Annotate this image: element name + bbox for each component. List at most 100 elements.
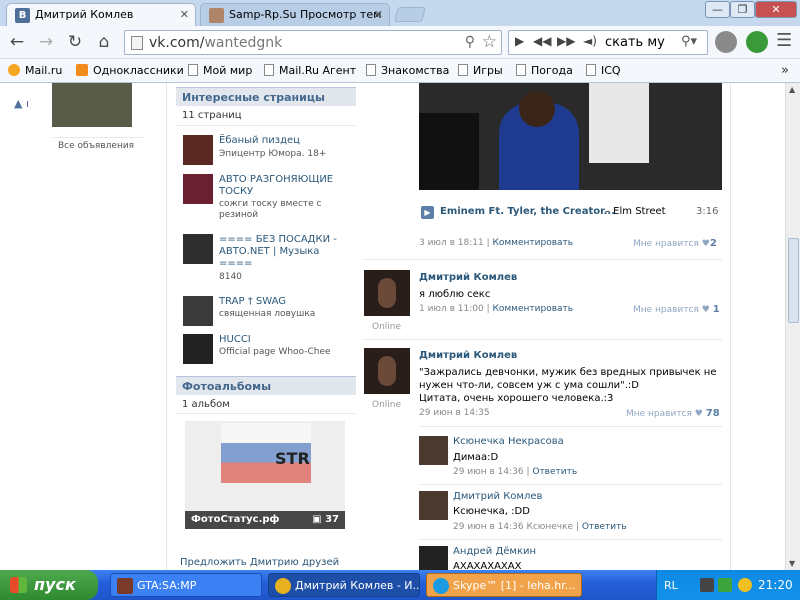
- pages-count[interactable]: 11 страниц: [182, 110, 242, 121]
- page-title-link[interactable]: HUCCI: [219, 334, 355, 346]
- bookmark-znakomstva[interactable]: Знакомства: [366, 64, 449, 77]
- bookmark-label: Mail.Ru Агент: [279, 64, 357, 77]
- reply-date[interactable]: 29 июн в 14:36: [453, 467, 524, 477]
- search-dropdown-icon[interactable]: ⚲▾: [681, 34, 697, 49]
- star-icon[interactable]: ☆: [482, 32, 497, 52]
- list-item[interactable]: Ёбаный пиздец Эпицентр Юмора. 18+: [183, 135, 353, 175]
- warning-icon[interactable]: [738, 578, 752, 592]
- reply-author[interactable]: Ксюнечка Некрасова: [453, 436, 564, 447]
- column-divider: [166, 83, 167, 570]
- audio-title[interactable]: Eminem Ft. Tyler, the Creator...: [440, 206, 615, 217]
- music-search-input[interactable]: скать муз: [605, 35, 665, 50]
- bookmark-label: Погода: [531, 64, 573, 77]
- reload-icon[interactable]: ↻: [64, 32, 86, 54]
- page-scrollbar[interactable]: ▲ ▼: [785, 83, 800, 570]
- comment-link[interactable]: Комментировать: [493, 304, 574, 314]
- maximize-button[interactable]: ❐: [730, 1, 755, 18]
- task-label: GTA:SA:MP: [137, 579, 197, 592]
- list-item[interactable]: ==== БЕЗ ПОСАДКИ - АВТО.NET | Музыка ===…: [183, 234, 353, 284]
- fast-forward-icon[interactable]: ▶▶: [557, 34, 575, 48]
- minimize-button[interactable]: —: [705, 1, 730, 18]
- comment-link[interactable]: Комментировать: [493, 238, 574, 248]
- language-indicator[interactable]: RL: [664, 579, 678, 592]
- url-text[interactable]: vk.com/wantedgnk: [149, 35, 282, 51]
- post-date[interactable]: 3 июл в 18:11: [419, 238, 484, 248]
- extension-green-icon[interactable]: [746, 31, 768, 53]
- search-icon[interactable]: ⚲: [465, 34, 475, 50]
- extension-icon[interactable]: [715, 31, 737, 53]
- albums-count[interactable]: 1 альбом: [182, 399, 230, 410]
- reply-button[interactable]: Ответить: [532, 467, 577, 477]
- like-count: 2: [709, 238, 717, 249]
- page-title-link[interactable]: ==== БЕЗ ПОСАДКИ - АВТО.NET | Музыка ===…: [219, 234, 355, 270]
- play-icon[interactable]: ▶: [421, 206, 434, 219]
- page-title-link[interactable]: TRAP † SWAG: [219, 296, 355, 308]
- back-arrow-icon[interactable]: ←: [6, 32, 28, 54]
- like-button[interactable]: Мне нравится ♥ 78: [626, 408, 720, 419]
- album-thumbnail[interactable]: STR ФотоСтатус.рф ▣ 37: [185, 421, 345, 529]
- music-player-extension[interactable]: ▶ ◀◀ ▶▶ ◄) скать муз ⚲▾: [508, 30, 708, 55]
- wrench-menu-icon[interactable]: ☰: [776, 30, 792, 51]
- page-title-link[interactable]: АВТО РАЗГОНЯЮЩИЕ ТОСКУ: [219, 174, 355, 198]
- rewind-icon[interactable]: ◀◀: [533, 34, 551, 48]
- post-date[interactable]: 1 июл в 11:00: [419, 304, 484, 314]
- interesting-pages-header[interactable]: Интересные страницы: [176, 87, 356, 106]
- scroll-up-arrow-icon[interactable]: ▲ ı: [14, 97, 29, 110]
- tray-app-icon[interactable]: [700, 578, 714, 592]
- close-icon[interactable]: ✕: [180, 8, 189, 21]
- more-bookmarks-icon[interactable]: »: [781, 63, 789, 78]
- list-item[interactable]: HUCCI Official page Whoo-Chee: [183, 334, 353, 374]
- scrollbar-thumb[interactable]: [788, 238, 799, 323]
- ad-image[interactable]: [52, 83, 132, 127]
- avatar[interactable]: [364, 270, 410, 316]
- taskbar-item-gta[interactable]: GTA:SA:MP: [110, 573, 262, 597]
- like-button[interactable]: Мне нравится ♥2: [633, 238, 717, 249]
- tray-app-icon[interactable]: [718, 578, 732, 592]
- bookmark-odnoklassniki[interactable]: Одноклассники: [76, 64, 184, 77]
- photo-albums-header[interactable]: Фотоальбомы: [176, 376, 356, 395]
- reply-author[interactable]: Дмитрий Комлев: [453, 491, 542, 502]
- scroll-up-icon[interactable]: ▲: [789, 85, 795, 94]
- tab-vk[interactable]: В Дмитрий Комлев ✕: [6, 3, 196, 26]
- all-ads-link[interactable]: Все объявления: [58, 141, 134, 151]
- reply-date[interactable]: 29 июн в 14:36 Ксюнечке: [453, 522, 573, 532]
- avatar[interactable]: [419, 436, 448, 465]
- tab-samp[interactable]: Samp-Rp.Su Просмотр тем ✕: [200, 3, 390, 26]
- close-icon[interactable]: ✕: [374, 8, 383, 21]
- volume-icon[interactable]: ◄): [583, 34, 597, 48]
- window-close-button[interactable]: ✕: [755, 1, 797, 18]
- list-item[interactable]: АВТО РАЗГОНЯЮЩИЕ ТОСКУ сожги тоску вмест…: [183, 174, 353, 222]
- home-icon[interactable]: ⌂: [93, 32, 115, 54]
- bookmark-icq[interactable]: ICQ: [586, 64, 621, 77]
- play-icon[interactable]: ▶: [515, 34, 524, 48]
- like-button[interactable]: Мне нравится ♥ 1: [633, 304, 720, 315]
- bookmark-mailru[interactable]: Mail.ru: [8, 64, 62, 77]
- address-bar[interactable]: vk.com/wantedgnk ⚲ ☆: [124, 30, 502, 55]
- reply-author[interactable]: Андрей Дёмкин: [453, 546, 536, 557]
- suggest-friends-link[interactable]: Предложить Дмитрию друзей: [180, 557, 339, 568]
- taskbar-item-chrome[interactable]: Дмитрий Комлев - И...: [268, 573, 420, 597]
- bookmark-pogoda[interactable]: Погода: [516, 64, 573, 77]
- post-date[interactable]: 29 июн в 14:35: [419, 408, 490, 418]
- vk-page: ▲ ı Все объявления Интересные страницы 1…: [0, 83, 785, 570]
- bookmark-moi-mir[interactable]: Мой мир: [188, 64, 252, 77]
- page-title-link[interactable]: Ёбаный пиздец: [219, 135, 355, 147]
- post-photo[interactable]: [419, 83, 722, 190]
- avatar[interactable]: [419, 546, 448, 570]
- avatar[interactable]: [419, 491, 448, 520]
- taskbar-item-skype[interactable]: Skype™ [1] - leha.hr...: [426, 573, 582, 597]
- forward-arrow-icon[interactable]: →: [35, 32, 57, 54]
- bookmark-igry[interactable]: Игры: [458, 64, 503, 77]
- reply-button[interactable]: Ответить: [582, 522, 627, 532]
- bookmark-label: ICQ: [601, 64, 621, 77]
- bookmark-mailru-agent[interactable]: Mail.Ru Агент: [264, 64, 356, 77]
- post-author[interactable]: Дмитрий Комлев: [419, 350, 517, 361]
- avatar[interactable]: [364, 348, 410, 394]
- scroll-down-icon[interactable]: ▼: [789, 559, 795, 568]
- album-image-text: STR: [275, 449, 310, 468]
- camera-icon: ▣: [312, 514, 326, 525]
- list-item[interactable]: TRAP † SWAG священная ловушка: [183, 296, 353, 336]
- start-button[interactable]: пуск: [0, 570, 98, 600]
- new-tab-button[interactable]: [393, 7, 427, 22]
- post-author[interactable]: Дмитрий Комлев: [419, 272, 517, 283]
